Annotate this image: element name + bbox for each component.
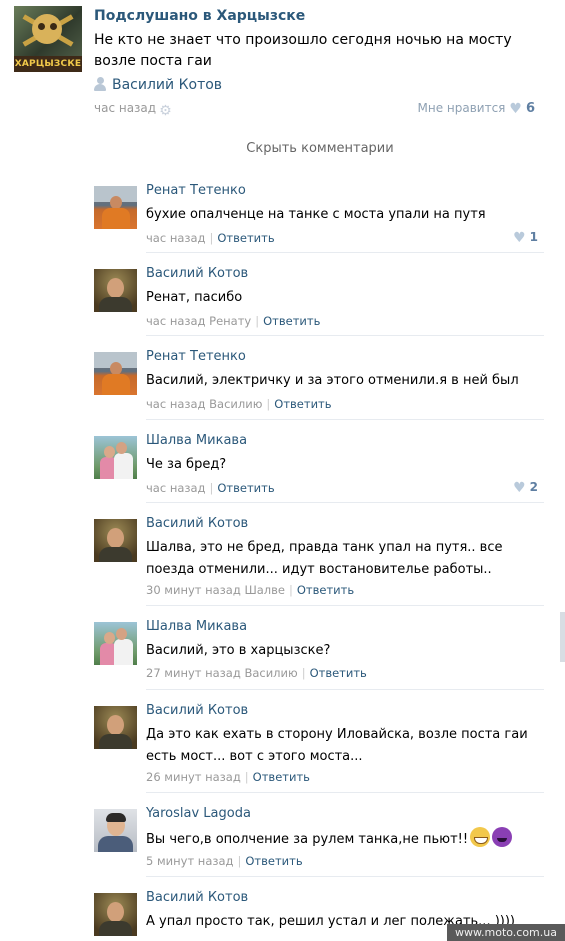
comment-meta: 5 минут назад | Ответить <box>146 854 303 868</box>
reply-button[interactable]: Ответить <box>217 231 274 245</box>
comment-time[interactable]: 26 минут назад <box>146 770 241 784</box>
comment-author[interactable]: Василий Котов <box>146 266 248 281</box>
comment-author[interactable]: Шалва Микава <box>146 619 247 634</box>
comment-author[interactable]: Василий Котов <box>146 516 248 531</box>
comment-time[interactable]: 30 минут назад Шалве <box>146 583 285 597</box>
comment-time[interactable]: час назад <box>146 481 206 495</box>
comment-item: Шалва Микава Василий, это в харцызске? 2… <box>94 612 544 692</box>
gear-icon[interactable]: ⚙ <box>159 104 173 118</box>
comment-author[interactable]: Шалва Микава <box>146 433 247 448</box>
skull-icon <box>32 14 62 44</box>
comment-like-count: 1 <box>529 230 538 244</box>
grinning-face-icon <box>470 827 491 847</box>
comment-item: Ренат Тетенко Василий, электричку и за э… <box>94 342 544 422</box>
divider <box>146 792 544 793</box>
avatar[interactable] <box>94 436 137 479</box>
post-like-label: Мне нравится <box>417 101 506 115</box>
reply-button[interactable]: Ответить <box>253 770 310 784</box>
comment-meta: час назад | Ответить <box>146 481 275 495</box>
reply-button[interactable]: Ответить <box>297 583 354 597</box>
comment-time[interactable]: час назад Ренату <box>146 314 251 328</box>
reply-button[interactable]: Ответить <box>310 666 367 680</box>
group-name-link[interactable]: Подслушано в Харцызске <box>94 8 305 24</box>
heart-icon: ♥ <box>513 230 526 246</box>
avatar[interactable] <box>94 519 137 562</box>
scrollbar-thumb[interactable] <box>560 612 565 662</box>
comment-text: Василий, электричку и за этого отменили.… <box>146 373 519 388</box>
post-like-button[interactable]: Мне нравится ♥ 6 <box>418 101 536 116</box>
watermark: www.moto.com.ua <box>447 924 565 941</box>
avatar[interactable] <box>94 893 137 936</box>
comment-item: Василий Котов Да это как ехать в сторону… <box>94 696 544 796</box>
avatar[interactable] <box>94 269 137 312</box>
heart-icon: ♥ <box>513 480 526 496</box>
divider <box>146 335 544 336</box>
post-text: Не кто не знает что произошло сегодня но… <box>94 32 512 69</box>
comment-item: Yaroslav Lagoda Вы чего,в ополчение за р… <box>94 799 544 879</box>
reply-button[interactable]: Ответить <box>217 481 274 495</box>
comment-time[interactable]: 5 минут назад <box>146 854 233 868</box>
comment-text: Че за бред? <box>146 457 227 472</box>
smiling-devil-icon <box>492 827 513 847</box>
comment-meta: 27 минут назад Василию | Ответить <box>146 666 367 680</box>
comment-time[interactable]: 27 минут назад Василию <box>146 666 298 680</box>
comment-item: Шалва Микава Че за бред? час назад | Ответ… <box>94 426 544 506</box>
person-icon <box>94 77 106 91</box>
skull-eye <box>38 23 45 30</box>
avatar[interactable] <box>94 352 137 395</box>
hide-comments-link[interactable]: Скрыть комментарии <box>0 141 565 156</box>
divider <box>146 876 544 877</box>
comment-like-button[interactable]: ♥ 1 <box>513 230 538 245</box>
skull-eye <box>50 23 57 30</box>
post-author[interactable]: Василий Котов <box>94 77 222 93</box>
divider <box>146 252 544 253</box>
avatar[interactable] <box>94 622 137 665</box>
avatar[interactable] <box>94 186 137 229</box>
comment-text-content: Вы чего,в ополчение за рулем танка,не пь… <box>146 832 469 847</box>
comment-time[interactable]: час назад <box>146 231 206 245</box>
comment-item: Василий Котов Ренат, пасибо час назад Ре… <box>94 259 544 339</box>
avatar[interactable] <box>94 809 137 852</box>
group-avatar-label: ХАРЦЫЗСКЕ <box>14 56 82 72</box>
comment-text: Ренат, пасибо <box>146 290 243 305</box>
comment-author[interactable]: Ренат Тетенко <box>146 183 246 198</box>
comment-like-button[interactable]: ♥ 2 <box>513 480 538 495</box>
wall-post: ХАРЦЫЗСКЕ Подслушано в Харцызске Не кто … <box>0 0 565 130</box>
comment-text: Вы чего,в ополчение за рулем танка,не пь… <box>146 827 538 851</box>
comment-text: Василий, это в харцызске? <box>146 643 331 658</box>
comment-author[interactable]: Василий Котов <box>146 890 248 905</box>
reply-button[interactable]: Ответить <box>274 397 331 411</box>
comment-author[interactable]: Yaroslav Lagoda <box>146 806 251 821</box>
divider <box>146 419 544 420</box>
comment-author[interactable]: Ренат Тетенко <box>146 349 246 364</box>
post-author-name[interactable]: Василий Котов <box>112 77 222 93</box>
comment-text: бухие опалченце на танке с моста упали н… <box>146 207 486 222</box>
comment-author[interactable]: Василий Котов <box>146 703 248 718</box>
post-time[interactable]: час назад <box>94 101 156 115</box>
reply-button[interactable]: Ответить <box>263 314 320 328</box>
comment-meta: 26 минут назад | Ответить <box>146 770 310 784</box>
comment-text: Да это как ехать в сторону Иловайска, во… <box>146 727 528 764</box>
avatar[interactable] <box>94 706 137 749</box>
divider <box>146 689 544 690</box>
comment-meta: 30 минут назад Шалве | Ответить <box>146 583 355 597</box>
comment-text: Шалва, это не бред, правда танк упал на … <box>146 540 503 577</box>
divider <box>146 502 544 503</box>
comment-meta: час назад | Ответить <box>146 231 275 245</box>
comment-item: Василий Котов Шалва, это не бред, правда… <box>94 509 544 609</box>
post-meta: час назад ⚙ <box>94 101 173 118</box>
reply-button[interactable]: Ответить <box>245 854 302 868</box>
hide-comments-label[interactable]: Скрыть комментарии <box>0 141 565 156</box>
group-avatar[interactable]: ХАРЦЫЗСКЕ <box>14 6 82 72</box>
heart-icon: ♥ <box>509 101 522 117</box>
post-like-count: 6 <box>525 101 535 116</box>
comment-like-count: 2 <box>529 480 538 494</box>
comment-item: Ренат Тетенко бухие опалченце на танке с… <box>94 176 544 256</box>
divider <box>146 605 544 606</box>
comment-meta: час назад Василию | Ответить <box>146 397 332 411</box>
comment-meta: час назад Ренату | Ответить <box>146 314 321 328</box>
comment-time[interactable]: час назад Василию <box>146 397 262 411</box>
